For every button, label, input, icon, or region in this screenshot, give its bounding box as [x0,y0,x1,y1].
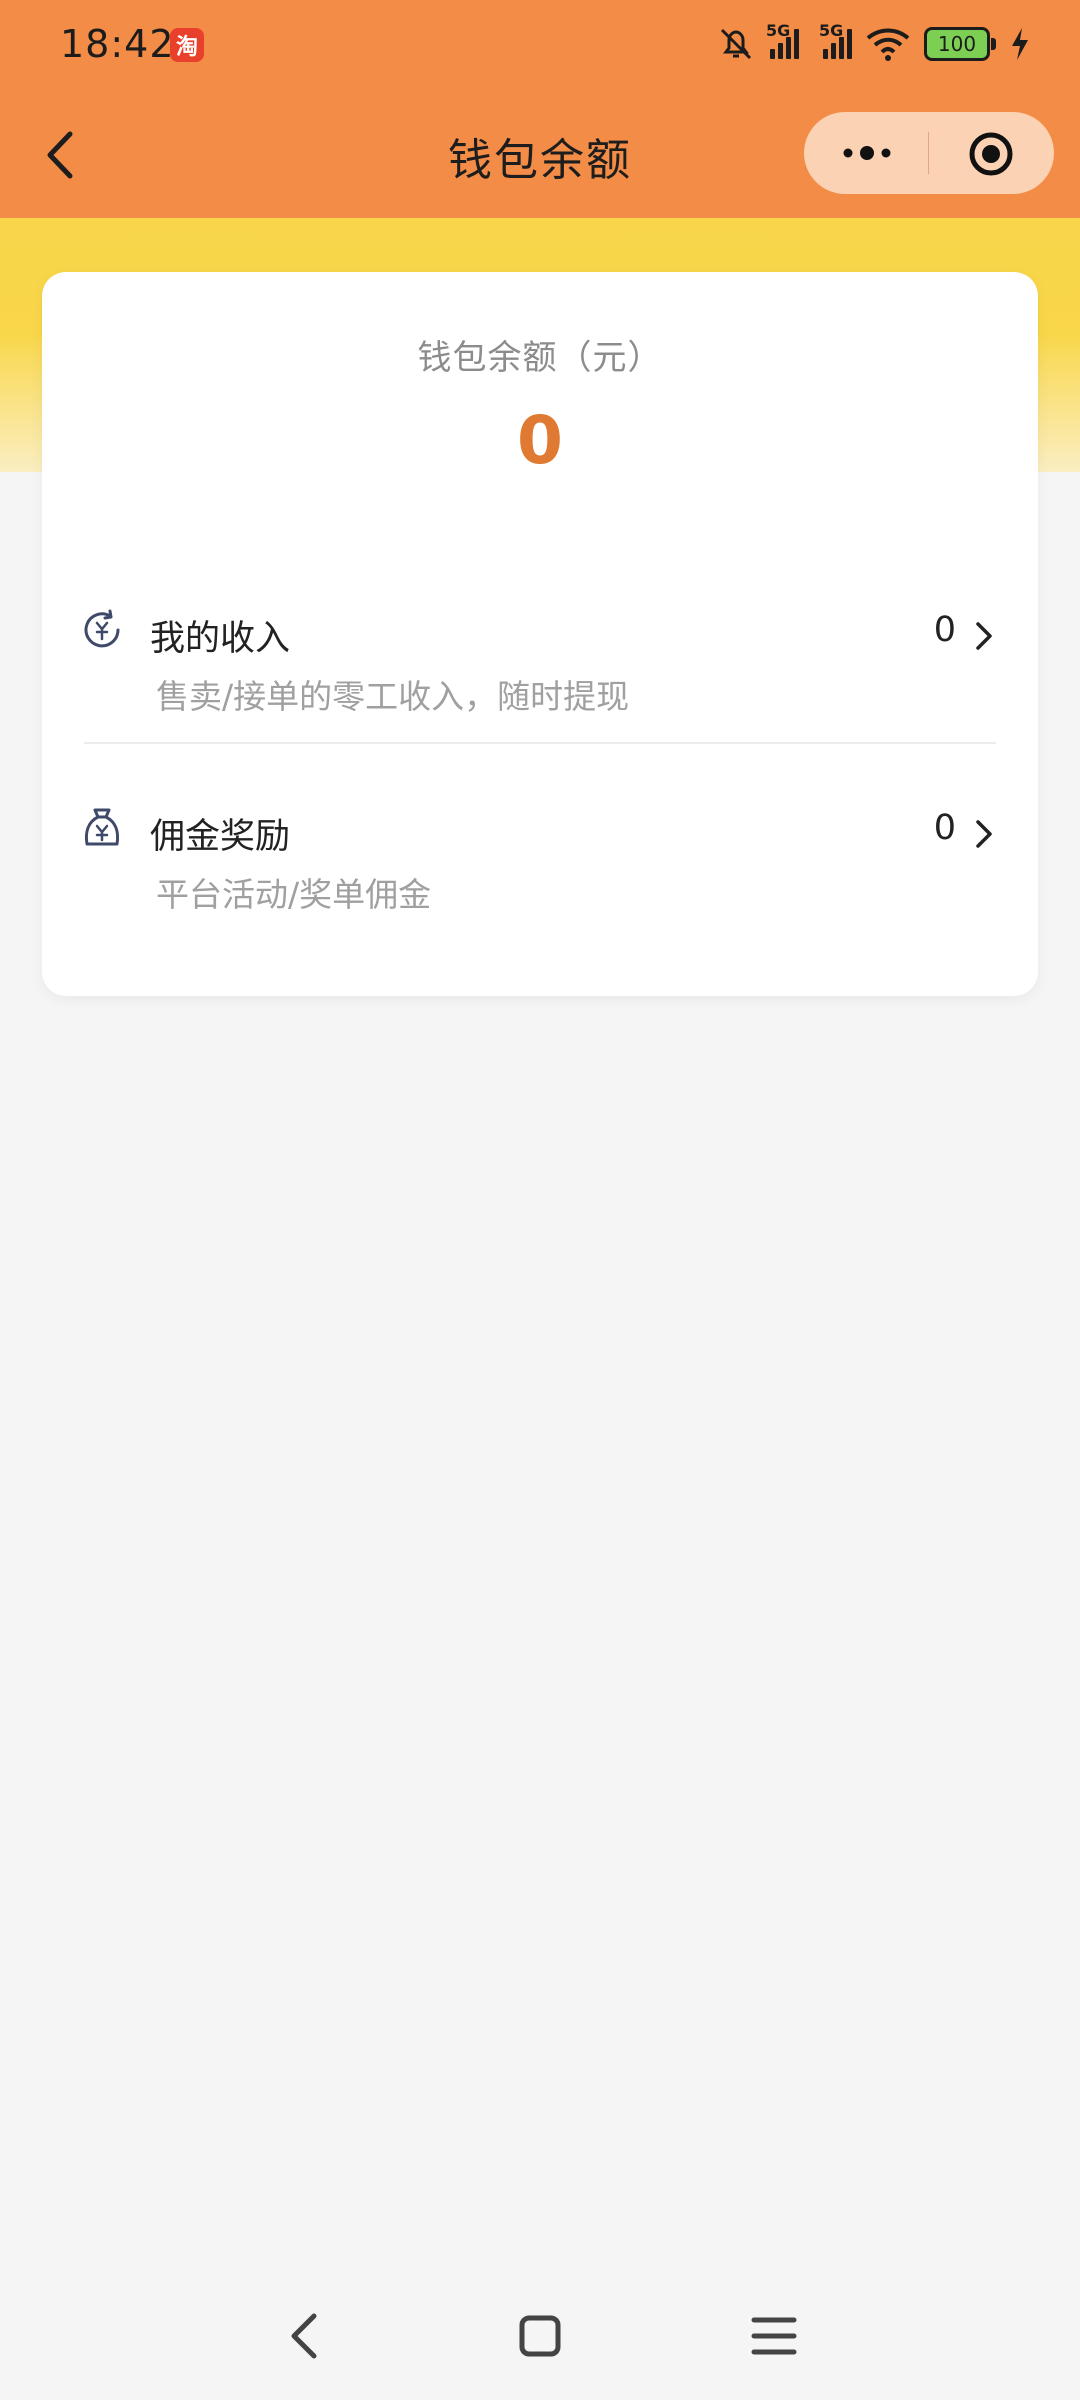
wallet-card: 钱包余额（元） 0 我的收入 售卖/接单的零工收入，随时提现 0 佣金奖励 平台… [42,272,1038,996]
row-divider [84,742,996,744]
header-bar: 18:42 淘 5G 5G 100 钱包余额 [0,0,1080,218]
status-bar: 18:42 淘 5G 5G 100 [0,0,1080,90]
signal-icon: 5G [766,21,799,59]
network-label: 5G [766,21,791,40]
battery-icon: 100 [924,27,996,61]
wifi-icon [866,28,910,61]
status-time: 18:42 [60,22,175,66]
capsule-divider [928,132,929,174]
income-row[interactable]: 我的收入 售卖/接单的零工收入，随时提现 0 [42,588,1038,738]
chevron-right-icon [976,820,992,848]
status-icons: 5G 5G 100 [716,21,1030,66]
signal-icon: 5G [819,21,852,59]
mute-bell-icon [720,28,752,60]
commission-row[interactable]: 佣金奖励 平台活动/奖单佣金 0 [42,786,1038,936]
system-nav-bar [0,2270,1080,2400]
commission-title: 佣金奖励 [150,817,291,857]
income-clock-icon [84,609,120,648]
mini-program-capsule [804,112,1054,194]
nav-back-icon[interactable] [274,2304,338,2368]
commission-desc: 平台活动/奖单佣金 [156,875,432,914]
more-dots-icon[interactable] [838,134,896,172]
chevron-right-icon [976,622,992,650]
balance-label: 钱包余额（元） [417,338,663,378]
charging-icon [1012,28,1028,60]
income-desc: 售卖/接单的零工收入，随时提现 [156,677,630,716]
income-title: 我的收入 [150,619,291,659]
target-circle-icon[interactable] [967,130,1015,178]
money-bag-icon [84,808,120,846]
commission-value: 0 [933,808,956,848]
nav-home-icon[interactable] [508,2304,572,2368]
balance-amount: 0 [517,402,563,479]
nav-menu-icon[interactable] [742,2304,806,2368]
income-value: 0 [933,610,956,650]
network-label: 5G [819,21,844,40]
taobao-app-icon: 淘 [170,28,204,62]
